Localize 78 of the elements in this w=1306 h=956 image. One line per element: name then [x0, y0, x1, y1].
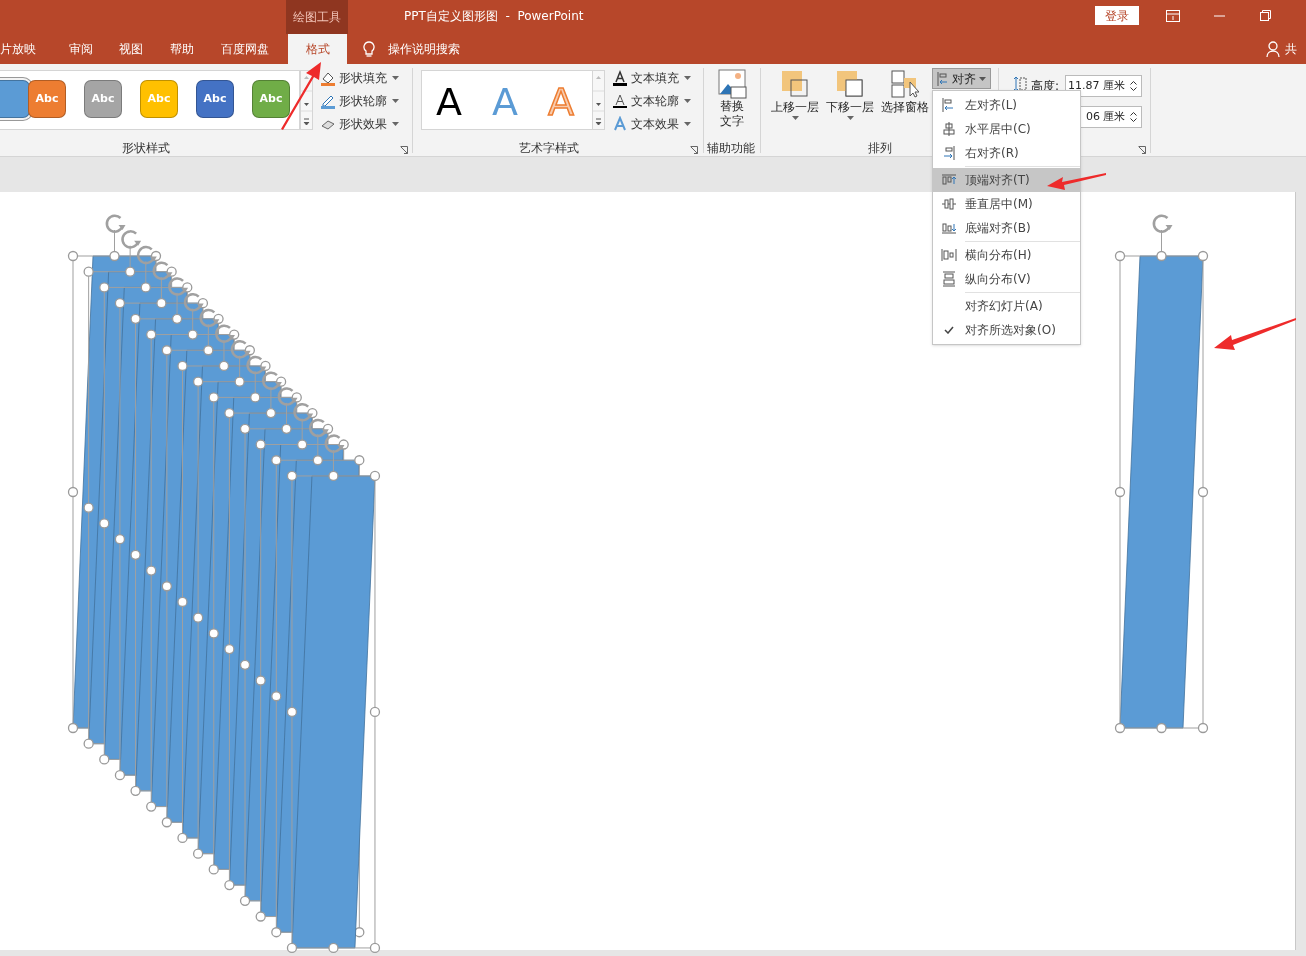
height-field[interactable]: 11.87 厘米 [1065, 75, 1142, 97]
ribbon-command[interactable]: 形状效果 [320, 115, 399, 133]
search-field[interactable]: 操作说明搜索 [388, 40, 460, 58]
ribbon-tab[interactable]: 帮助 [170, 34, 194, 64]
shape-style-swatch[interactable] [0, 80, 30, 118]
align-option-icon [941, 247, 957, 263]
ribbon-display-icon[interactable] [1166, 10, 1180, 22]
caret-icon [684, 99, 691, 103]
menu-item[interactable]: 底端对齐(B) [933, 216, 1080, 240]
share-label[interactable]: 共 [1285, 40, 1297, 58]
checkmark-icon [944, 326, 954, 334]
ribbon-tab[interactable]: 审阅 [69, 34, 93, 64]
caret-icon [846, 116, 854, 120]
menu-item[interactable]: 右对齐(R) [933, 141, 1080, 165]
ribbon-tab[interactable]: 格式 [288, 34, 347, 64]
align-option-icon [941, 172, 957, 188]
ribbon-tab[interactable]: 百度网盘 [221, 34, 269, 64]
annotation-arrow [281, 62, 321, 130]
restore-icon[interactable] [1260, 10, 1271, 21]
layers-icon [836, 70, 864, 98]
arrange-button[interactable]: 下移一层 [826, 70, 874, 120]
caret-icon [684, 122, 691, 126]
caret-icon [392, 99, 399, 103]
ribbon-command[interactable]: 形状填充 [320, 69, 399, 87]
group-label: 形状样式 [121, 140, 171, 157]
menu-item[interactable]: 横向分布(H) [933, 243, 1080, 267]
align-option-icon [941, 121, 957, 137]
context-tab-label: 绘图工具 [286, 0, 348, 34]
ribbon-tab[interactable]: 视图 [119, 34, 143, 64]
group-label: 排列 [867, 140, 893, 157]
command-icon [612, 70, 628, 86]
command-icon [320, 93, 336, 109]
picture-icon [717, 69, 747, 99]
command-icon [612, 116, 628, 132]
dialog-launcher-icon[interactable] [690, 146, 698, 154]
caret-icon [979, 76, 986, 81]
align-dropdown-button[interactable]: 对齐 [932, 68, 991, 89]
wordart-sample[interactable]: A [436, 83, 462, 121]
dialog-launcher-icon[interactable] [400, 146, 408, 154]
ribbon-command[interactable]: 文本效果 [612, 115, 691, 133]
person-icon[interactable] [1266, 41, 1281, 57]
group-label: 艺术字样式 [518, 140, 580, 157]
caret-icon [684, 76, 691, 80]
command-icon [612, 93, 628, 109]
align-option-icon [941, 196, 957, 212]
gallery-scroll-buttons[interactable] [592, 70, 605, 130]
spinner-arrows-icon[interactable] [1130, 80, 1137, 92]
arrange-button[interactable]: 上移一层 [771, 70, 819, 120]
lightbulb-icon [363, 41, 375, 58]
window-title: PPT自定义图形图 - PowerPoint [404, 8, 584, 25]
align-option-icon [941, 271, 957, 287]
caret-icon [392, 76, 399, 80]
menu-item[interactable]: 顶端对齐(T) [933, 168, 1080, 192]
login-button[interactable]: 登录 [1095, 6, 1139, 25]
height-icon [1013, 76, 1027, 92]
menu-item[interactable]: 对齐幻灯片(A) [933, 294, 1080, 318]
menu-item[interactable]: 垂直居中(M) [933, 192, 1080, 216]
shape-style-swatch[interactable]: Abc [196, 80, 234, 118]
ribbon-command[interactable]: 文本填充 [612, 69, 691, 87]
dialog-launcher-icon[interactable] [1138, 146, 1146, 154]
ribbon-command[interactable]: 形状轮廓 [320, 92, 399, 110]
menu-item[interactable]: 对齐所选对象(O) [933, 318, 1080, 342]
command-icon [320, 70, 336, 86]
annotation-arrow [1047, 173, 1106, 190]
align-option-icon [941, 145, 957, 161]
group-label: 辅助功能 [706, 140, 756, 157]
layers-icon [781, 70, 809, 98]
spinner-arrows-icon[interactable] [1130, 111, 1137, 123]
align-option-icon [941, 220, 957, 236]
layers-icon [891, 70, 919, 98]
menu-item[interactable]: 纵向分布(V) [933, 267, 1080, 291]
ribbon-command[interactable]: 文本轮廓 [612, 92, 691, 110]
caret-icon [392, 122, 399, 126]
alt-text-button[interactable]: 替换文字 [712, 69, 752, 129]
ribbon-tab[interactable]: 片放映 [0, 34, 36, 64]
align-left-icon [937, 71, 949, 86]
caret-icon [791, 116, 799, 120]
arrange-button[interactable]: 选择窗格 [881, 70, 929, 116]
